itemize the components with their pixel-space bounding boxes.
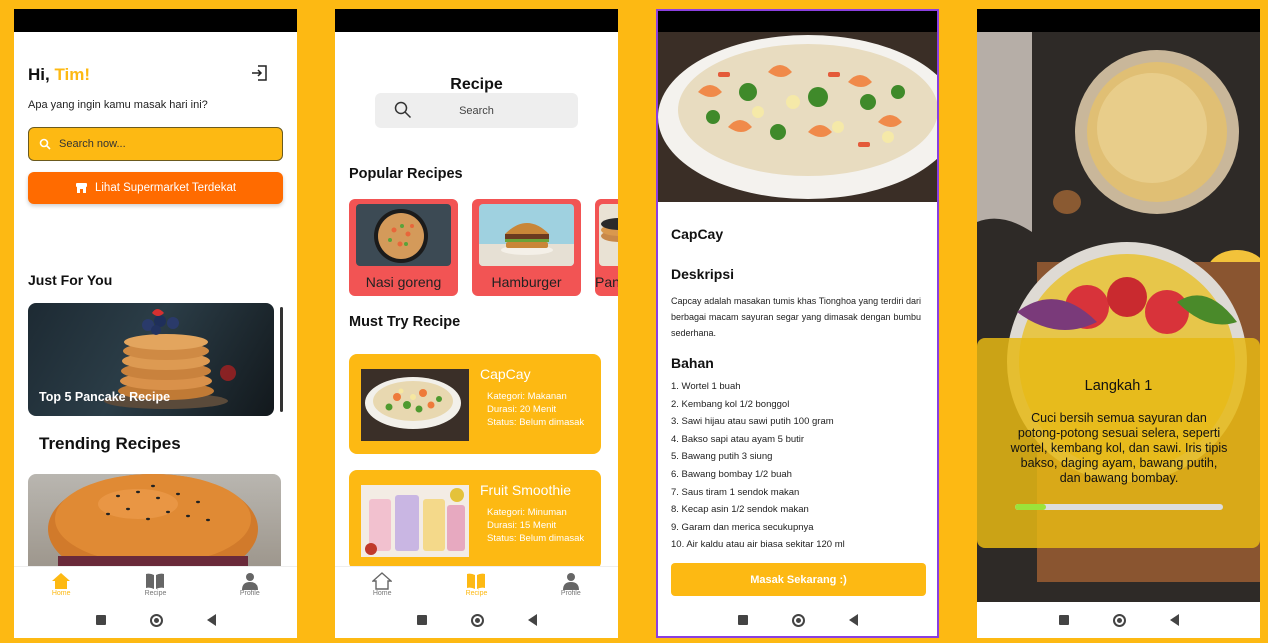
step-instructions: Cuci bersih semua sayuran dan potong-pot…	[1010, 411, 1228, 485]
ingredient-item: 4. Bakso sapi atau ayam 5 butir	[671, 433, 805, 445]
capcay-image	[361, 369, 469, 441]
pancake-card[interactable]: Top 5 Pancake Recipe	[28, 303, 274, 416]
step-progress-fill	[1015, 504, 1047, 510]
recipe-meta: Kategori: Minuman Durasi: 15 Menit Statu…	[487, 507, 585, 544]
back-icon[interactable]	[527, 614, 537, 626]
recipe-screen: Recipe Search Popular Recipes Nasi goren…	[335, 9, 618, 638]
home-icon	[372, 572, 393, 590]
must-try-card-smoothie[interactable]: Fruit Smoothie Kategori: Minuman Durasi:…	[349, 470, 601, 570]
subtitle: Apa yang ingin kamu masak hari ini?	[28, 99, 208, 111]
system-nav	[658, 602, 937, 636]
status-bar	[14, 9, 297, 32]
status-bar	[977, 9, 1260, 32]
description-heading: Deskripsi	[671, 266, 735, 282]
nav-recipe[interactable]: Recipe	[429, 567, 523, 602]
home-icon	[52, 573, 71, 589]
person-icon	[562, 573, 579, 590]
back-icon[interactable]	[206, 614, 216, 626]
popular-card-hamburger[interactable]: Hamburger	[472, 199, 581, 296]
home-button-icon[interactable]	[149, 613, 163, 627]
recents-icon[interactable]	[95, 615, 106, 625]
nav-recipe[interactable]: Recipe	[108, 567, 202, 602]
page-title: Recipe	[450, 76, 503, 93]
home-button-icon[interactable]	[1112, 613, 1126, 627]
step-title: Langkah 1	[1084, 378, 1153, 394]
popular-card-label: Nasi goreng	[365, 274, 442, 290]
cook-now-button[interactable]: Masak Sekarang :)	[671, 563, 926, 596]
pancake-card-label: Top 5 Pancake Recipe	[39, 390, 171, 404]
logout-icon[interactable]	[250, 63, 270, 83]
greeting: Hi, Tim!	[28, 65, 91, 84]
nav-profile[interactable]: Profile	[524, 567, 618, 602]
recipe-title: CapCay	[671, 226, 724, 242]
ingredient-list: 1. Wortel 1 buah 2. Kembang kol 1/2 bong…	[671, 378, 845, 554]
home-screen: Hi, Tim! Apa yang ingin kamu masak hari …	[14, 9, 297, 638]
recipe-name: CapCay	[480, 366, 531, 382]
supermarket-button[interactable]: Lihat Supermarket Terdekat	[28, 172, 283, 204]
recipe-meta: Kategori: Makanan Durasi: 20 Menit Statu…	[487, 391, 585, 428]
nav-home[interactable]: Home	[14, 567, 108, 602]
ingredient-item: 2. Kembang kol 1/2 bonggol	[671, 398, 790, 410]
recents-icon[interactable]	[416, 615, 427, 625]
status-bar	[335, 9, 618, 32]
bottom-nav: Home Recipe Profile	[14, 566, 297, 602]
cooking-step-screen: Langkah 1 Cuci bersih semua sayuran dan …	[977, 9, 1260, 638]
search-icon	[394, 101, 412, 119]
capcay-hero-image	[658, 32, 937, 202]
store-icon	[75, 183, 87, 193]
recipe-name: Fruit Smoothie	[480, 482, 572, 498]
just-for-you-heading: Just For You	[28, 272, 113, 288]
system-nav	[14, 602, 297, 638]
book-icon	[146, 573, 165, 589]
ingredient-item: 6. Bawang bombay 1/2 buah	[671, 468, 792, 480]
bottom-nav: Home Recipe Profile	[335, 566, 618, 602]
back-icon[interactable]	[848, 614, 858, 626]
ingredient-item: 8. Kecap asin 1/2 sendok makan	[671, 504, 809, 516]
status-bar	[658, 11, 937, 32]
book-icon	[467, 573, 486, 589]
step-progress-bar	[1015, 504, 1223, 510]
description-text: Capcay adalah masakan tumis khas Tiongho…	[671, 296, 921, 338]
smoothie-image	[361, 485, 469, 557]
popular-card-nasi-goreng[interactable]: Nasi goreng	[349, 199, 458, 296]
detail-screen: CapCay Deskripsi Capcay adalah masakan t…	[656, 9, 939, 638]
must-try-heading: Must Try Recipe	[349, 314, 461, 330]
burger-image	[48, 474, 258, 569]
ingredient-item: 9. Garam dan merica secukupnya	[671, 521, 814, 533]
recents-icon[interactable]	[737, 615, 748, 625]
search-input[interactable]: Search	[375, 93, 578, 128]
ingredient-item: 7. Saus tiram 1 sendok makan	[671, 486, 800, 498]
popular-heading: Popular Recipes	[349, 166, 463, 182]
popular-card-label: Pan	[595, 274, 618, 290]
home-button-icon[interactable]	[791, 613, 805, 627]
ingredient-item: 5. Bawang putih 3 siung	[671, 451, 773, 463]
ingredient-item: 3. Sawi hijau atau sawi putih 100 gram	[671, 416, 834, 428]
nav-home[interactable]: Home	[335, 567, 429, 602]
step-card: Langkah 1 Cuci bersih semua sayuran dan …	[977, 338, 1260, 548]
next-card-peek	[280, 307, 283, 412]
trending-heading: Trending Recipes	[39, 434, 181, 453]
hamburger-image	[479, 204, 574, 266]
ingredients-heading: Bahan	[671, 355, 714, 371]
popular-card-pancake[interactable]: Pan	[595, 199, 618, 296]
search-placeholder: Search now...	[59, 138, 126, 150]
ingredient-item: 10. Air kaldu atau air biasa sekitar 120…	[671, 539, 845, 551]
system-nav	[335, 602, 618, 638]
supermarket-label: Lihat Supermarket Terdekat	[94, 182, 237, 194]
search-icon	[39, 138, 51, 150]
recents-icon[interactable]	[1058, 615, 1069, 625]
ingredient-item: 1. Wortel 1 buah	[671, 381, 741, 392]
pancake-image	[599, 204, 618, 266]
must-try-card-capcay[interactable]: CapCay Kategori: Makanan Durasi: 20 Meni…	[349, 354, 601, 454]
popular-card-label: Hamburger	[491, 274, 562, 290]
back-icon[interactable]	[1169, 614, 1179, 626]
home-button-icon[interactable]	[470, 613, 484, 627]
system-nav	[977, 602, 1260, 638]
search-input[interactable]: Search now...	[28, 127, 283, 161]
burger-card[interactable]	[28, 474, 281, 569]
person-icon	[241, 573, 258, 590]
nasi-goreng-image	[356, 204, 451, 266]
nav-profile[interactable]: Profile	[203, 567, 297, 602]
